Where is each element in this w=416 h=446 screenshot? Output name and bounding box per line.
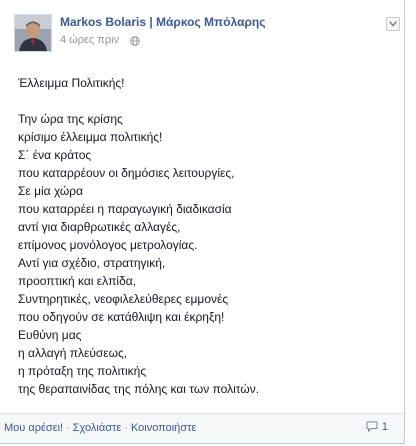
post-body: Έλλειμμα Πολιτικής! Την ώρα της κρίσης κ… <box>18 74 388 398</box>
share-link[interactable]: Κοινοποιήστε <box>131 422 196 434</box>
post-options-button[interactable] <box>386 17 400 31</box>
separator: · <box>66 422 70 434</box>
post-line: που καταρρέουν οι δημόσιες λειτουργίες, <box>18 166 235 180</box>
post-line: της θεραπαινίδας της πόλης και των πολιτ… <box>18 382 260 396</box>
chevron-down-icon <box>389 21 397 27</box>
comment-count-button[interactable]: 1 <box>366 421 388 433</box>
globe-icon <box>130 36 140 46</box>
post-line: κρίσιμο έλλειμμα πολιτικής! <box>18 130 163 144</box>
post-line: επίμονος μονόλογος μετρολογίας. <box>18 238 198 252</box>
post-actions-bar: Μου αρέσει! · Σχολιάστε · Κοινοποιήστε 1 <box>0 413 404 443</box>
comment-link[interactable]: Σχολιάστε <box>73 422 122 434</box>
speech-bubble-icon <box>366 421 378 432</box>
post-line: Συντηρητικές, νεοφιλελεύθερες εμμονές <box>18 292 229 306</box>
post-line: που οδηγούν σε κατάθλιψη και έκρηξη! <box>18 310 225 324</box>
post-header: Markos Bolaris | Μάρκος Μπόλαρης 4 ώρες … <box>14 14 400 54</box>
post-line: η πρόταξη της πολιτικής <box>18 364 147 378</box>
post-title: Έλλειμμα Πολιτικής! <box>18 76 125 90</box>
post-timestamp[interactable]: 4 ώρες πριν <box>60 34 119 46</box>
post-line: Αντί για σχέδιο, στρατηγική, <box>18 256 166 270</box>
separator: · <box>124 422 128 434</box>
post-line: που καταρρέει η παραγωγική διαδικασία <box>18 202 232 216</box>
post-line: Ευθύνη μας <box>18 328 82 342</box>
post-line: Σ΄ ένα κράτος <box>18 148 92 162</box>
like-link[interactable]: Μου αρέσει! <box>4 422 63 434</box>
comment-count: 1 <box>381 421 388 433</box>
post-line: Σε μία χώρα <box>18 184 84 198</box>
post-line: προοπτική και ελπίδα, <box>18 274 137 288</box>
author-name[interactable]: Markos Bolaris | Μάρκος Μπόλαρης <box>60 15 265 29</box>
action-links: Μου αρέσει! · Σχολιάστε · Κοινοποιήστε <box>4 422 196 434</box>
post-card: Markos Bolaris | Μάρκος Μπόλαρης 4 ώρες … <box>0 0 405 444</box>
post-line: Την ώρα της κρίσης <box>18 112 123 126</box>
author-avatar[interactable] <box>14 14 52 52</box>
post-line: η αλλαγή πλεύσεως, <box>18 346 128 360</box>
post-line: αντί για διαρθρωτικές αλλαγές, <box>18 220 181 234</box>
